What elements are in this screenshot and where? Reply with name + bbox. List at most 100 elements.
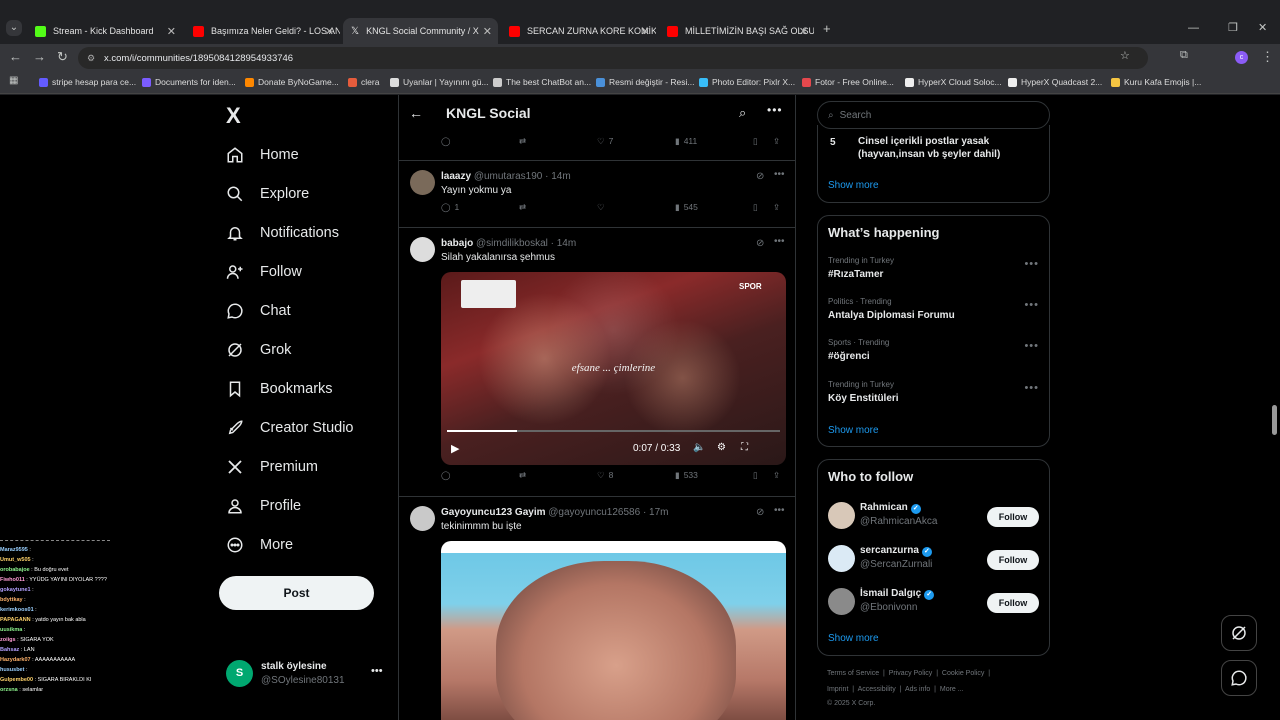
close-window-icon[interactable]: ✕ <box>1258 21 1267 34</box>
follow-button[interactable]: Follow <box>987 593 1039 613</box>
tweet[interactable]: laaazy @umutaras190 · 14m ⊘ ••• Yayın yo… <box>399 161 795 228</box>
bookmark-icon[interactable]: ▯ <box>753 202 758 213</box>
follow-button[interactable]: Follow <box>987 550 1039 570</box>
follow-suggestion[interactable]: Rahmican ✓ @RahmicanAkca Follow <box>818 500 1049 534</box>
tweet-author[interactable]: babajo @simdilikboskal · 14m <box>441 238 576 249</box>
scrollbar-thumb[interactable] <box>1272 405 1277 435</box>
bookmark-item[interactable]: HyperX Quadcast 2... <box>1008 77 1102 87</box>
bookmark-item[interactable]: Uyanlar | Yayınını gü... <box>390 77 489 87</box>
trend-more-icon[interactable]: ••• <box>1024 340 1039 352</box>
grok-float-button[interactable] <box>1221 615 1257 651</box>
bookmark-icon[interactable]: ▯ <box>753 136 758 147</box>
tab-youtube-2[interactable]: SERCAN ZURNA KORE KOMİK ✕ <box>501 18 656 44</box>
profile-avatar-icon[interactable]: c <box>1235 51 1248 64</box>
x-logo[interactable]: X <box>226 103 241 129</box>
site-info-icon[interactable]: ⚙ <box>87 53 95 64</box>
heart-icon[interactable]: ♡ <box>597 202 605 213</box>
tab-x-community[interactable]: 𝕏 KNGL Social Community / X ✕ <box>343 18 498 44</box>
trend-more-icon[interactable]: ••• <box>1024 382 1039 394</box>
trend-item[interactable]: Sports · Trending #öğrenci <box>828 338 889 362</box>
bookmark-item[interactable]: stripe hesap para ce... <box>39 77 136 87</box>
post-button[interactable]: Post <box>219 576 374 610</box>
follow-suggestion[interactable]: sercanzurna ✓ @SercanZurnali Follow <box>818 543 1049 577</box>
url-field[interactable]: ⚙ x.com/i/communities/189508412895493374… <box>78 47 1148 69</box>
nav-notifications[interactable]: Notifications <box>226 224 339 242</box>
show-more-link[interactable]: Show more <box>828 633 879 644</box>
show-more-link[interactable]: Show more <box>828 425 879 436</box>
tweet[interactable]: Gayoyuncu123 Gayim @gayoyuncu126586 · 17… <box>399 497 795 720</box>
share-icon[interactable]: ⇪ <box>773 470 780 481</box>
nav-bookmarks[interactable]: Bookmarks <box>226 380 333 398</box>
bookmark-item[interactable]: Kuru Kafa Emojis |... <box>1111 77 1201 87</box>
views-button[interactable]: ▮ 533 <box>675 470 698 481</box>
footer-link[interactable]: Accessibility <box>858 686 896 693</box>
fullscreen-icon[interactable]: ⛶ <box>741 442 748 453</box>
repost-icon[interactable]: ⇄ <box>519 202 526 213</box>
account-switcher[interactable]: S stalk öylesine @SOylesine80131 ••• <box>226 659 386 689</box>
play-icon[interactable]: ▶ <box>451 442 459 455</box>
back-icon[interactable]: ← <box>9 49 22 64</box>
repost-icon[interactable]: ⇄ <box>519 470 526 481</box>
trend-item[interactable]: Trending in Turkey Köy Enstitüleri <box>828 380 899 404</box>
tweet-author[interactable]: laaazy @umutaras190 · 14m <box>441 171 571 182</box>
video-player[interactable]: SPOR efsane ... çimlerine ▶ 0:07 / 0:33 … <box>441 272 786 465</box>
tweet-image[interactable] <box>441 541 786 720</box>
like-button[interactable]: ♡ 8 <box>597 470 613 481</box>
tweet-author[interactable]: Gayoyuncu123 Gayim @gayoyuncu126586 · 17… <box>441 507 669 518</box>
minimize-icon[interactable]: — <box>1188 22 1199 34</box>
nav-more[interactable]: More <box>226 536 293 554</box>
avatar[interactable] <box>410 506 435 531</box>
reply-icon[interactable]: ◯ <box>441 136 451 147</box>
more-icon[interactable]: ••• <box>774 236 785 247</box>
like-button[interactable]: ♡ 7 <box>597 136 613 147</box>
show-more-link[interactable]: Show more <box>828 180 879 191</box>
more-icon[interactable]: ••• <box>774 505 785 516</box>
tab-youtube-1[interactable]: Başımıza Neler Geldi? - LOS AN ✕ <box>185 18 340 44</box>
new-tab-icon[interactable]: + <box>823 21 831 36</box>
bookmark-item[interactable]: Photo Editor: Pixlr X... <box>699 77 795 87</box>
browser-menu-icon[interactable]: ⋮ <box>1261 49 1274 65</box>
views-button[interactable]: ▮ 545 <box>675 202 698 213</box>
volume-icon[interactable]: 🔈 <box>693 442 705 453</box>
maximize-icon[interactable]: ❐ <box>1228 21 1238 34</box>
bookmark-item[interactable]: HyperX Cloud Soloc... <box>905 77 1002 87</box>
messages-float-button[interactable] <box>1221 660 1257 696</box>
footer-link[interactable]: Terms of Service <box>827 670 879 677</box>
follow-button[interactable]: Follow <box>987 507 1039 527</box>
close-tab-icon[interactable]: ✕ <box>799 25 808 38</box>
bookmark-item[interactable]: Documents for iden... <box>142 77 236 87</box>
grok-icon[interactable]: ⊘ <box>756 238 764 249</box>
more-icon[interactable]: ••• <box>767 103 783 117</box>
nav-creator-studio[interactable]: Creator Studio <box>226 419 354 437</box>
trend-item[interactable]: Trending in Turkey #RızaTamer <box>828 256 894 280</box>
bookmark-item[interactable]: clera <box>348 77 379 87</box>
footer-link[interactable]: Imprint <box>827 686 848 693</box>
share-icon[interactable]: ⇪ <box>773 202 780 213</box>
search-icon[interactable]: ⌕ <box>739 105 746 121</box>
trend-more-icon[interactable]: ••• <box>1024 258 1039 270</box>
close-tab-icon[interactable]: ✕ <box>641 25 650 38</box>
repost-icon[interactable]: ⇄ <box>519 136 526 147</box>
progress-track[interactable] <box>447 430 780 432</box>
follow-suggestion[interactable]: İsmail Dalgıç ✓ @Ebonivonn Follow <box>818 586 1049 620</box>
back-arrow-icon[interactable]: ← <box>409 105 423 121</box>
reply-icon[interactable]: ◯ <box>441 470 451 481</box>
account-more-icon[interactable]: ••• <box>371 665 383 677</box>
grok-icon[interactable]: ⊘ <box>756 507 764 518</box>
bookmark-item[interactable]: The best ChatBot an... <box>493 77 591 87</box>
nav-home[interactable]: Home <box>226 146 299 164</box>
close-tab-icon[interactable]: ✕ <box>483 25 492 38</box>
page-scrollbar[interactable] <box>1270 95 1280 720</box>
extensions-icon[interactable]: ⧉ <box>1180 49 1188 62</box>
nav-grok[interactable]: Grok <box>226 341 291 359</box>
share-icon[interactable]: ⇪ <box>773 136 780 147</box>
close-tab-icon[interactable]: ✕ <box>167 25 176 38</box>
tab-search-icon[interactable]: ⌄ <box>6 20 22 36</box>
reload-icon[interactable]: ↻ <box>57 49 68 65</box>
apps-grid-icon[interactable]: ▦ <box>9 75 18 86</box>
avatar[interactable] <box>410 237 435 262</box>
tweet[interactable]: babajo @simdilikboskal · 14m ⊘ ••• Silah… <box>399 228 795 497</box>
reply-button[interactable]: ◯ 1 <box>441 202 459 213</box>
footer-link[interactable]: More ... <box>940 686 964 693</box>
grok-icon[interactable]: ⊘ <box>756 171 764 182</box>
